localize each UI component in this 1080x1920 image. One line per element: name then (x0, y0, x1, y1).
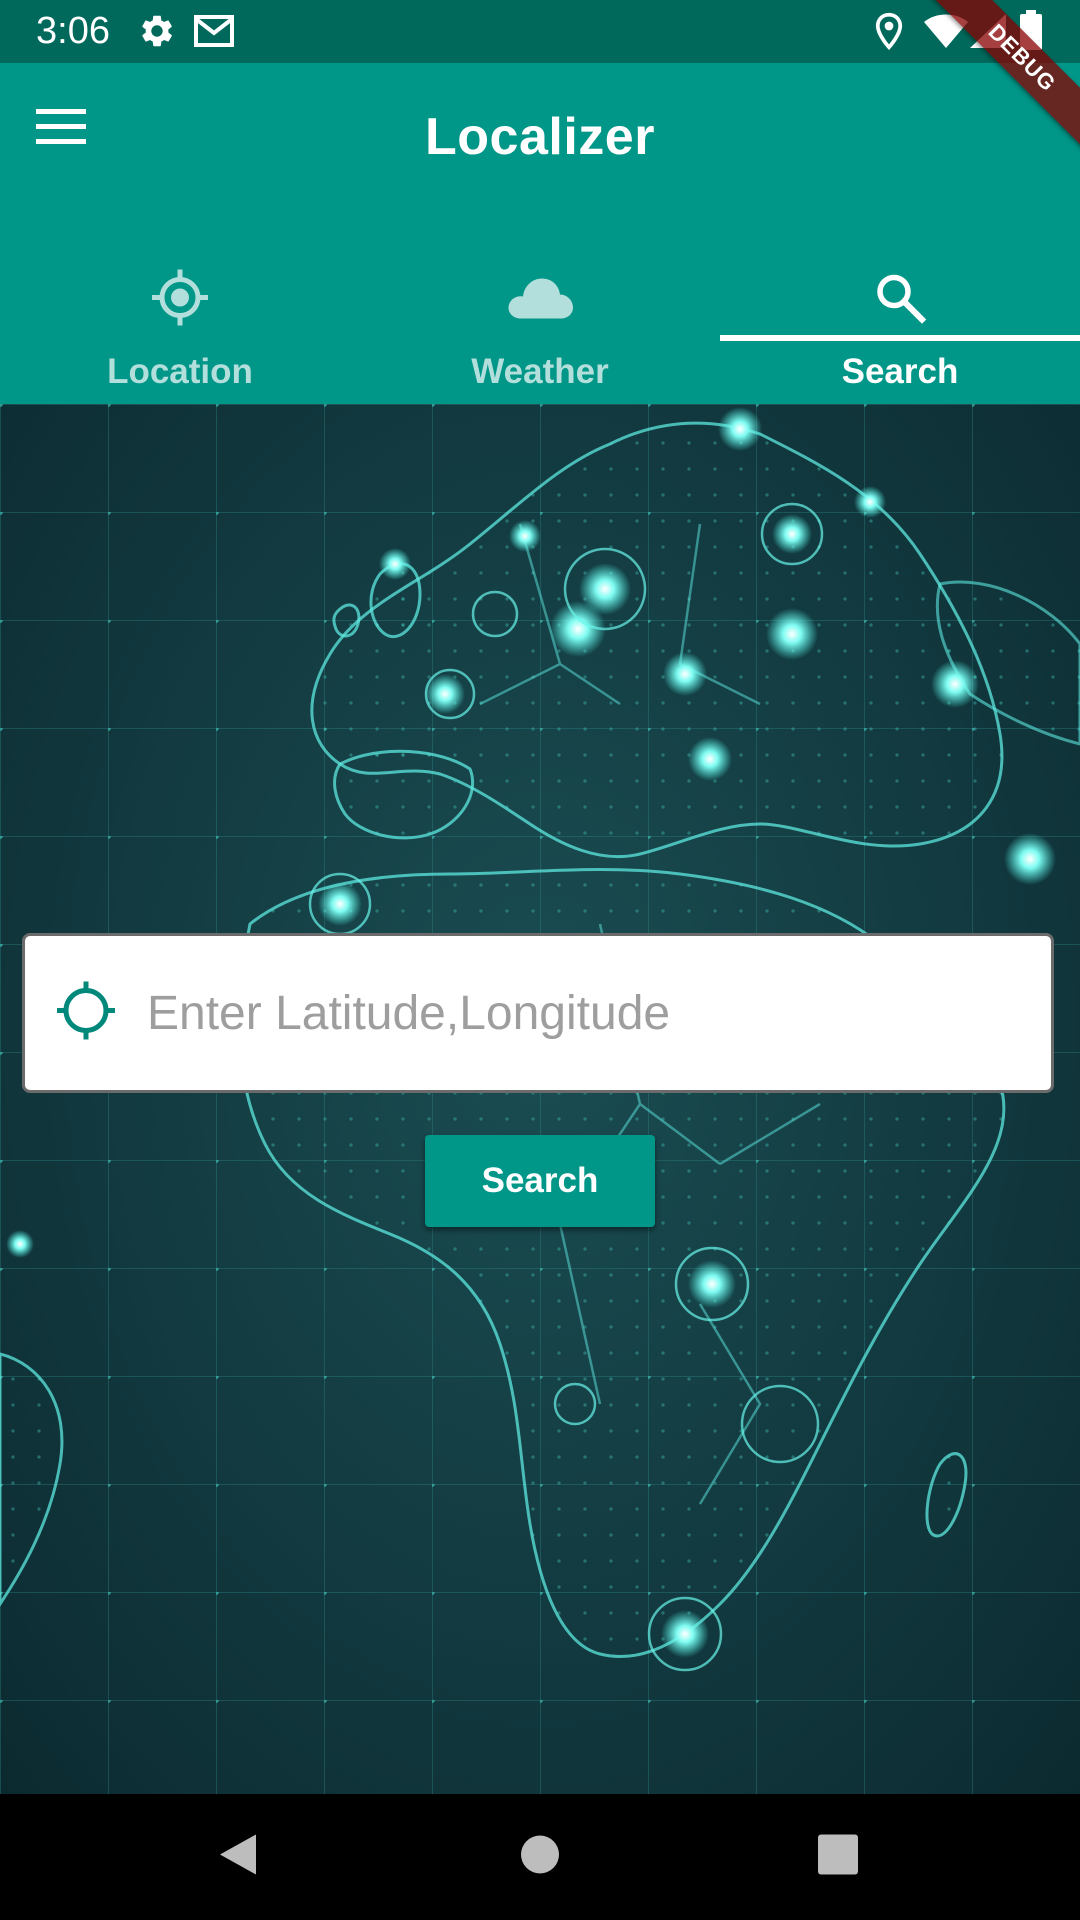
tab-search-label: Search (841, 352, 959, 391)
home-icon[interactable] (520, 1835, 560, 1880)
active-tab-indicator (720, 335, 1080, 341)
gps-fixed-icon (150, 268, 210, 333)
search-icon (874, 272, 927, 329)
recents-icon[interactable] (817, 1834, 859, 1881)
coordinates-field[interactable] (22, 933, 1054, 1093)
gmail-icon (193, 12, 235, 55)
tab-search[interactable]: Search (720, 230, 1080, 404)
screen: 3:06 Localizer Location Weather Search E… (0, 0, 1080, 1920)
coordinates-input[interactable] (147, 936, 1027, 1090)
hamburger-menu-icon[interactable] (36, 109, 110, 159)
tab-bar: Location Weather Search (0, 230, 1080, 404)
tab-location-label: Location (107, 352, 253, 391)
tab-weather[interactable]: Weather (360, 230, 720, 404)
tab-location[interactable]: Location (0, 230, 360, 404)
gps-crosshair-icon (55, 980, 117, 1047)
world-map-background (0, 404, 1080, 1794)
cloud-icon (507, 275, 573, 326)
tab-weather-label: Weather (471, 352, 609, 391)
status-time: 3:06 (36, 10, 110, 52)
location-pin-icon (874, 12, 904, 55)
settings-icon (138, 12, 176, 55)
search-button[interactable]: Search (425, 1135, 655, 1227)
status-bar: 3:06 (0, 0, 1080, 63)
back-icon[interactable] (216, 1831, 260, 1884)
app-title: Localizer (425, 108, 655, 166)
navigation-bar (0, 1794, 1080, 1920)
app-bar: Localizer Location Weather Search (0, 63, 1080, 404)
world-map-illustration (0, 404, 1080, 1794)
